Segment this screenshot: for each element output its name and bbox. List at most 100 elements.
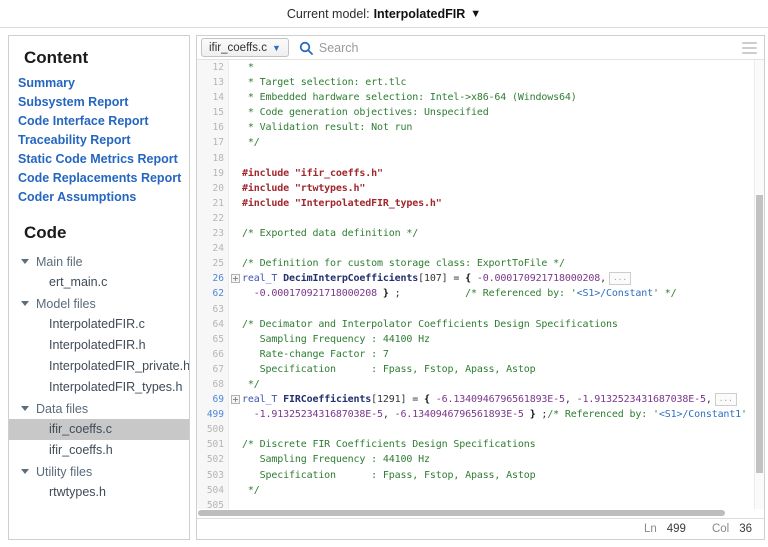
content-link-summary[interactable]: Summary	[18, 74, 189, 93]
code-line: 14 * Embedded hardware selection: Intel-…	[197, 90, 754, 105]
tree-section-label: Main file	[36, 255, 83, 269]
code-fold-expand-icon[interactable]	[231, 274, 240, 283]
menu-icon[interactable]	[741, 39, 758, 57]
line-number: 19	[197, 166, 229, 181]
code-reference-link[interactable]: <S1>/Constant	[577, 288, 653, 299]
fold-column	[229, 407, 242, 422]
fold-column	[229, 90, 242, 105]
fold-column	[229, 151, 242, 166]
fold-column	[229, 166, 242, 181]
file-item-interpolatedfir-types-h[interactable]: InterpolatedFIR_types.h	[9, 377, 189, 398]
fold-column	[229, 362, 242, 377]
code-text: -0.000170921718000208 } ; /* Referenced …	[242, 286, 676, 301]
line-number: 23	[197, 226, 229, 241]
line-number: 500	[197, 422, 229, 437]
code-line: 15 * Code generation objectives: Unspeci…	[197, 105, 754, 120]
code-line: 24	[197, 241, 754, 256]
line-number: 503	[197, 468, 229, 483]
code-line: 19#include "ifir_coeffs.h"	[197, 166, 754, 181]
collapsed-code-ellipsis[interactable]: ...	[609, 272, 631, 285]
model-selector[interactable]: Current model: InterpolatedFIR ▼	[0, 0, 768, 28]
line-number: 64	[197, 317, 229, 332]
line-number: 68	[197, 377, 229, 392]
fold-column	[229, 332, 242, 347]
search-input[interactable]	[319, 41, 733, 55]
report-layout: Content SummarySubsystem ReportCode Inte…	[0, 28, 768, 541]
horizontal-scrollbar[interactable]	[197, 509, 764, 518]
code-heading: Code	[9, 217, 189, 247]
fold-column	[229, 347, 242, 362]
code-text: /* Exported data definition */	[242, 226, 418, 241]
sidebar: Content SummarySubsystem ReportCode Inte…	[8, 35, 190, 540]
line-number: 17	[197, 135, 229, 150]
content-heading: Content	[9, 42, 189, 72]
code-line: 505	[197, 498, 754, 509]
code-text: #include "rtwtypes.h"	[242, 181, 365, 196]
fold-column	[229, 135, 242, 150]
content-link-subsystem-report[interactable]: Subsystem Report	[18, 93, 189, 112]
line-number: 15	[197, 105, 229, 120]
line-number: 67	[197, 362, 229, 377]
code-line: 21#include "InterpolatedFIR_types.h"	[197, 196, 754, 211]
code-text: */	[242, 135, 260, 150]
line-number: 12	[197, 60, 229, 75]
tree-section-model-files[interactable]: Model files	[9, 293, 189, 314]
code-text: * Target selection: ert.tlc	[242, 75, 406, 90]
content-link-coder-assumptions[interactable]: Coder Assumptions	[18, 188, 189, 207]
file-item-ifir-coeffs-c[interactable]: ifir_coeffs.c	[9, 419, 189, 440]
line-number: 21	[197, 196, 229, 211]
code-line: 502 Sampling Frequency : 44100 Hz	[197, 452, 754, 467]
content-link-code-replacements-report[interactable]: Code Replacements Report	[18, 169, 189, 188]
code-text: /* Discrete FIR Coefficients Design Spec…	[242, 437, 536, 452]
file-selector-dropdown[interactable]: ifir_coeffs.c ▼	[201, 38, 289, 57]
content-links: SummarySubsystem ReportCode Interface Re…	[9, 72, 189, 217]
search-icon	[299, 41, 313, 55]
file-tree: Main fileert_main.cModel filesInterpolat…	[9, 247, 189, 503]
line-number: 65	[197, 332, 229, 347]
line-number: 14	[197, 90, 229, 105]
line-number: 501	[197, 437, 229, 452]
code-text: Sampling Frequency : 44100 Hz	[242, 452, 430, 467]
horizontal-scrollbar-thumb[interactable]	[198, 510, 725, 516]
model-dropdown-caret-icon: ▼	[470, 8, 481, 20]
code-line: 65 Sampling Frequency : 44100 Hz	[197, 332, 754, 347]
vertical-scrollbar-thumb[interactable]	[756, 195, 763, 473]
code-line: 62 -0.000170921718000208 } ; /* Referenc…	[197, 286, 754, 301]
file-item-rtwtypes-h[interactable]: rtwtypes.h	[9, 482, 189, 503]
editor-toolbar: ifir_coeffs.c ▼	[197, 36, 764, 60]
line-number: 16	[197, 120, 229, 135]
tree-section-main-file[interactable]: Main file	[9, 251, 189, 272]
file-item-interpolatedfir-h[interactable]: InterpolatedFIR.h	[9, 335, 189, 356]
code-text: */	[242, 483, 260, 498]
content-link-code-interface-report[interactable]: Code Interface Report	[18, 112, 189, 131]
line-number: 502	[197, 452, 229, 467]
fold-column	[229, 271, 242, 286]
file-item-interpolatedfir-c[interactable]: InterpolatedFIR.c	[9, 314, 189, 335]
line-number: 13	[197, 75, 229, 90]
file-item-ifir-coeffs-h[interactable]: ifir_coeffs.h	[9, 440, 189, 461]
tree-section-label: Utility files	[36, 465, 92, 479]
file-item-ert-main-c[interactable]: ert_main.c	[9, 272, 189, 293]
tree-section-utility-files[interactable]: Utility files	[9, 461, 189, 482]
column-label: Col	[712, 523, 729, 535]
file-item-interpolatedfir-private-h[interactable]: InterpolatedFIR_private.h	[9, 356, 189, 377]
line-number: 18	[197, 151, 229, 166]
status-bar: Ln 499 Col 36	[197, 518, 764, 539]
code-line: 500	[197, 422, 754, 437]
fold-column	[229, 468, 242, 483]
code-line: 23 /* Exported data definition */	[197, 226, 754, 241]
tree-section-data-files[interactable]: Data files	[9, 398, 189, 419]
code-line: 67 Specification : Fpass, Fstop, Apass, …	[197, 362, 754, 377]
code-text: Specification : Fpass, Fstop, Apass, Ast…	[242, 362, 536, 377]
code-fold-expand-icon[interactable]	[231, 395, 240, 404]
fold-column	[229, 181, 242, 196]
code-line: 504 */	[197, 483, 754, 498]
code-reference-link[interactable]: <S1>/Constant1	[659, 409, 741, 420]
vertical-scrollbar[interactable]	[754, 60, 764, 509]
code-text: * Code generation objectives: Unspecifie…	[242, 105, 489, 120]
collapsed-code-ellipsis[interactable]: ...	[715, 393, 737, 406]
code-text: /* Definition for custom storage class: …	[242, 256, 565, 271]
content-link-traceability-report[interactable]: Traceability Report	[18, 131, 189, 150]
content-link-static-code-metrics-report[interactable]: Static Code Metrics Report	[18, 150, 189, 169]
code-text: Sampling Frequency : 44100 Hz	[242, 332, 430, 347]
